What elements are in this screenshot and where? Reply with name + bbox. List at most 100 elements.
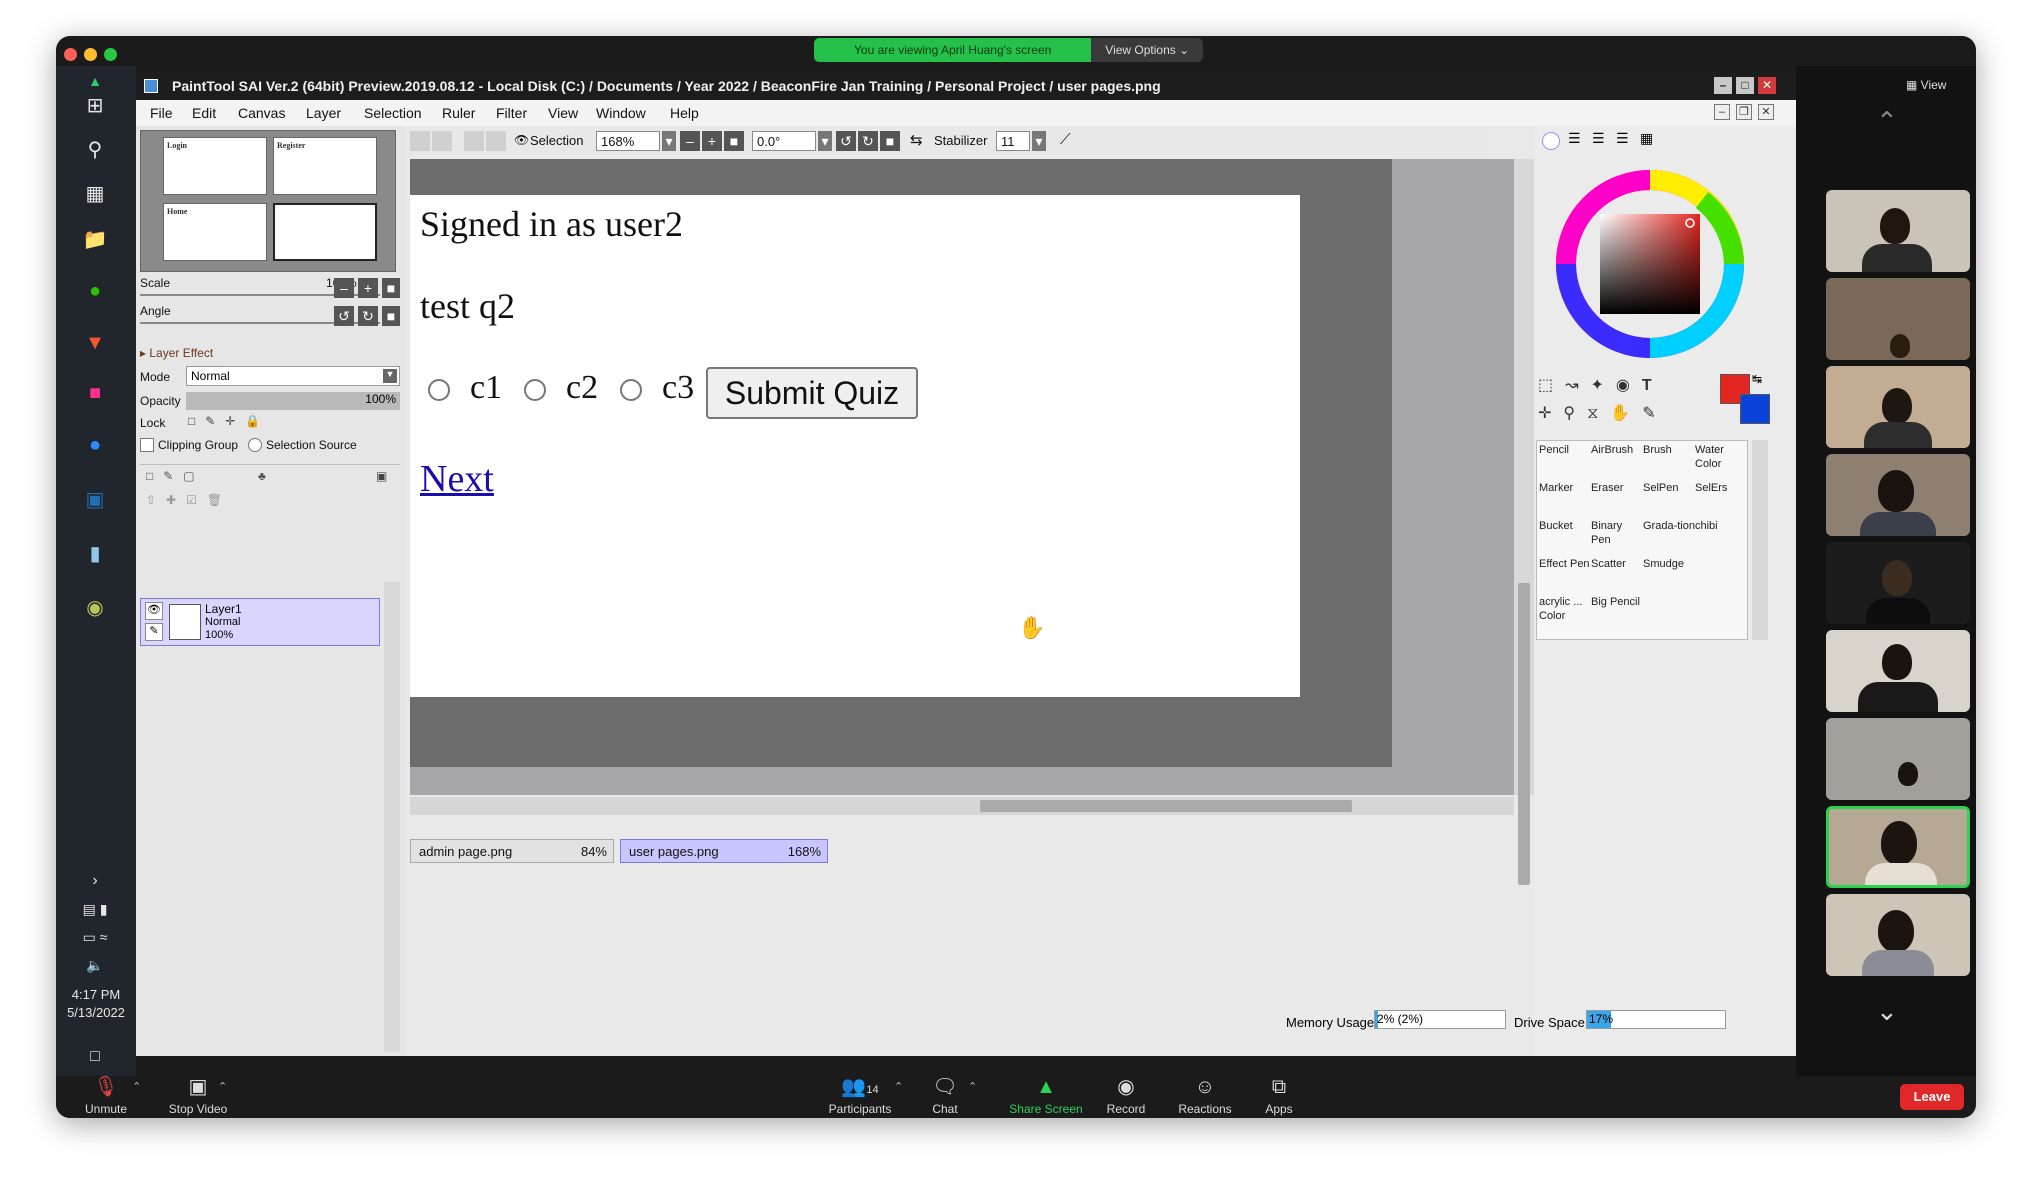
participant-tile-3[interactable] — [1826, 366, 1970, 448]
chevron-right-icon[interactable]: › — [78, 866, 112, 896]
selection-tools[interactable]: ⬚↝✦◉T ✛⚲⧖✋✎ — [1538, 372, 1678, 426]
menu-view[interactable]: View — [548, 105, 578, 121]
undo-button[interactable] — [410, 131, 430, 151]
tool-effect-pen[interactable]: Effect Pen — [1539, 557, 1591, 595]
zoom-dropdown[interactable]: ▾ — [662, 131, 676, 151]
zoom-app-icon[interactable]: ● — [78, 430, 112, 460]
zoom-window-button[interactable] — [104, 48, 117, 61]
volume-icon[interactable]: 🔈 — [78, 950, 112, 980]
participant-tile-1[interactable] — [1826, 190, 1970, 272]
menu-window[interactable]: Window — [596, 105, 646, 121]
navigator-preview[interactable]: Login Register Home — [140, 130, 396, 272]
participant-tile-8-active-speaker[interactable] — [1826, 806, 1970, 888]
tool-bucket[interactable]: Bucket — [1539, 519, 1591, 557]
mode-select[interactable]: Normal ▼ — [186, 366, 400, 386]
apps-button[interactable]: ⧉ Apps — [1254, 1076, 1304, 1116]
hsv-tab-icon[interactable]: ☰ — [1616, 130, 1629, 147]
menu-ruler[interactable]: Ruler — [442, 105, 475, 121]
layer-row-layer1[interactable]: 👁 ✎ Layer1 Normal 100% — [140, 598, 380, 646]
audio-options-chevron-icon[interactable]: ⌃ — [132, 1080, 141, 1093]
scale-minus-button[interactable]: – — [334, 278, 354, 298]
participant-tile-7[interactable] — [1826, 718, 1970, 800]
horizontal-scroll-thumb[interactable] — [980, 800, 1352, 812]
scale-reset-button[interactable]: ■ — [382, 278, 400, 298]
notifications-icon[interactable]: □ — [78, 1042, 112, 1072]
new-layer-icons[interactable]: □✎▢ — [146, 469, 205, 483]
reactions-button[interactable]: ☺ Reactions — [1168, 1076, 1242, 1116]
tool-binary-pen[interactable]: Binary Pen — [1591, 519, 1643, 557]
secondary-color-swatch[interactable] — [1740, 394, 1770, 424]
rotate-reset-button[interactable]: ■ — [382, 306, 400, 326]
participant-tile-4[interactable] — [1826, 454, 1970, 536]
deselect-button[interactable] — [464, 131, 484, 151]
participant-tile-5[interactable] — [1826, 542, 1970, 624]
new-set-icon[interactable]: ♣ — [258, 469, 266, 483]
zoom-reset-button[interactable]: ■ — [724, 131, 744, 151]
tool-big-pencil[interactable]: Big Pencil — [1591, 595, 1643, 633]
paint-app-icon[interactable]: ▮ — [78, 538, 112, 568]
brave-browser-icon[interactable]: ▼ — [78, 328, 112, 358]
rotate-left-button[interactable]: ↺ — [334, 306, 354, 326]
close-window-button[interactable] — [64, 48, 77, 61]
tool-eraser[interactable]: Eraser — [1591, 481, 1643, 519]
tab-user-pages[interactable]: user pages.png 168% — [620, 839, 828, 863]
wechat-icon[interactable]: ● — [78, 276, 112, 306]
invert-selection-button[interactable] — [486, 131, 506, 151]
painttool-sai-icon[interactable]: ◉ — [78, 592, 112, 622]
tool-scatter[interactable]: Scatter — [1591, 557, 1643, 595]
canvas-vertical-scrollbar[interactable] — [1514, 159, 1534, 885]
sai-maximize-button[interactable]: □ — [1736, 77, 1754, 94]
menu-selection[interactable]: Selection — [364, 105, 422, 121]
stop-video-button[interactable]: ▣ Stop Video — [156, 1076, 240, 1116]
rotate-right-button[interactable]: ↻ — [358, 306, 378, 326]
tool-gradation[interactable]: Grada-tion — [1643, 519, 1695, 557]
view-button[interactable]: ▦ View — [1906, 78, 1946, 92]
tool-selpen[interactable]: SelPen — [1643, 481, 1695, 519]
layer-ops-icons[interactable]: ⇧✚☑🗑 — [146, 493, 232, 507]
swap-colors-icon[interactable]: ↹ — [1752, 372, 1762, 386]
angle-dropdown[interactable]: ▾ — [818, 131, 832, 151]
tool-palette-scrollbar[interactable] — [1752, 440, 1768, 640]
scale-plus-button[interactable]: + — [358, 278, 378, 298]
redo-button[interactable] — [432, 131, 452, 151]
sai-minimize-button[interactable]: – — [1714, 77, 1732, 94]
lock-icons[interactable]: □✎✛🔒 — [188, 414, 270, 428]
color-wheel[interactable] — [1552, 166, 1748, 362]
participant-tile-2[interactable] — [1826, 278, 1970, 360]
file-explorer-icon[interactable]: 📁 — [78, 224, 112, 254]
color-sliders-tab-icon[interactable]: ☰ — [1568, 130, 1581, 147]
rgb-tab-icon[interactable]: ☰ — [1592, 130, 1605, 147]
layer-effect-header[interactable]: ▸ Layer Effect — [140, 346, 213, 360]
tab-admin-page[interactable]: admin page.png 84% — [410, 839, 614, 863]
battery-wifi-icon[interactable]: ▭ ≈ — [78, 922, 112, 952]
line-tool-icon[interactable]: ⟋ — [1060, 131, 1071, 148]
doc-minimize-button[interactable]: – — [1714, 104, 1730, 120]
minimize-window-button[interactable] — [84, 48, 97, 61]
chat-chevron-icon[interactable]: ⌃ — [968, 1080, 977, 1093]
video-options-chevron-icon[interactable]: ⌃ — [218, 1080, 227, 1093]
windows-start-icon[interactable]: ⊞ — [78, 90, 112, 120]
chevron-up-icon[interactable]: ⌃ — [1876, 106, 1898, 137]
unmute-button[interactable]: 🎙 Unmute — [76, 1076, 136, 1116]
view-options-button[interactable]: View Options ⌄ — [1091, 38, 1204, 62]
tool-watercolor[interactable]: Water Color — [1695, 443, 1747, 481]
stabilizer-dropdown[interactable]: ▾ — [1032, 131, 1046, 151]
pencil-icon[interactable]: ✎ — [145, 623, 163, 641]
tool-acrylic-color[interactable]: acrylic ... Color — [1539, 595, 1591, 633]
sai-close-button[interactable]: ✕ — [1758, 77, 1776, 94]
menu-file[interactable]: File — [150, 105, 173, 121]
app-icon[interactable]: ▣ — [78, 484, 112, 514]
swatches-tab-icon[interactable]: ▦ — [1640, 130, 1653, 147]
participants-button[interactable]: 👥14 Participants — [820, 1076, 900, 1116]
rotate-ccw-button[interactable]: ↺ — [836, 131, 856, 151]
zoom-input[interactable]: 168% — [596, 131, 660, 151]
participant-tile-9[interactable] — [1826, 894, 1970, 976]
rotate-cw-button[interactable]: ↻ — [858, 131, 878, 151]
eye-icon[interactable]: 👁 — [514, 133, 529, 147]
tool-smudge[interactable]: Smudge — [1643, 557, 1695, 595]
selection-source-radio[interactable] — [248, 438, 262, 452]
flip-icon[interactable]: ⇆ — [910, 131, 923, 149]
tool-brush[interactable]: Brush — [1643, 443, 1695, 481]
zoom-in-button[interactable]: + — [702, 131, 722, 151]
menu-filter[interactable]: Filter — [496, 105, 527, 121]
